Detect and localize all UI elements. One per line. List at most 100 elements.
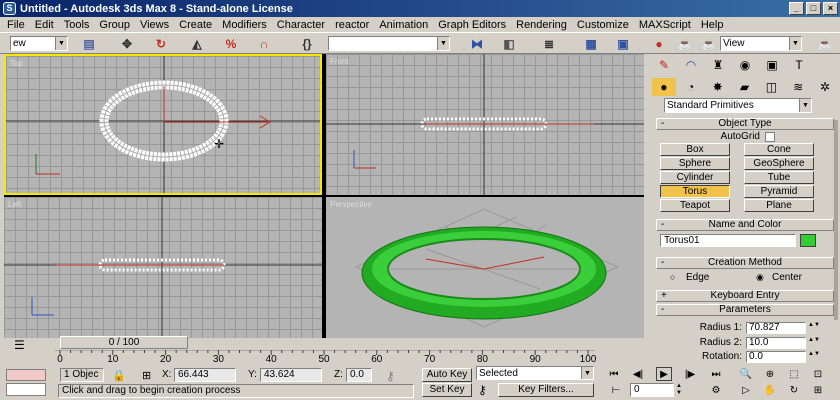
systems-icon[interactable]: ✲: [813, 78, 837, 96]
hierarchy-tab-icon[interactable]: ♜: [706, 56, 730, 74]
render-last-icon[interactable]: ☕: [816, 35, 834, 52]
menu-graph-editors[interactable]: Graph Editors: [433, 19, 511, 31]
object-type-rollout[interactable]: - Object Type: [656, 118, 834, 130]
spinner-snap-icon[interactable]: ∩: [255, 35, 273, 52]
next-frame-icon[interactable]: |▶: [682, 367, 698, 381]
teapot-button[interactable]: Teapot: [660, 199, 730, 212]
box-button[interactable]: Box: [660, 143, 730, 156]
cameras-icon[interactable]: ▰: [733, 78, 757, 96]
menu-views[interactable]: Views: [135, 19, 174, 31]
percent-snap-icon[interactable]: %: [222, 35, 240, 52]
z-coordinate-field[interactable]: 0.0: [346, 368, 372, 382]
menu-file[interactable]: File: [2, 19, 30, 31]
cone-button[interactable]: Cone: [744, 143, 814, 156]
cylinder-button[interactable]: Cylinder: [660, 171, 730, 184]
quick-render-icon[interactable]: ☕: [700, 35, 718, 52]
viewport-perspective[interactable]: Perspective: [326, 197, 644, 338]
menu-edit[interactable]: Edit: [30, 19, 59, 31]
helpers-icon[interactable]: ◫: [759, 78, 783, 96]
viewport-left[interactable]: Left: [4, 197, 322, 338]
utilities-tab-icon[interactable]: T: [787, 56, 811, 74]
zoom-extents-all-icon[interactable]: ⊡: [810, 367, 826, 381]
y-coordinate-field[interactable]: 43.624: [260, 368, 322, 382]
category-dropdown[interactable]: Standard Primitives ▼: [664, 98, 812, 113]
object-color-swatch[interactable]: [800, 234, 816, 247]
menu-tools[interactable]: Tools: [59, 19, 95, 31]
named-selection-dropdown[interactable]: ▼: [328, 36, 450, 51]
set-key-icon[interactable]: ⚷: [478, 383, 487, 397]
menu-customize[interactable]: Customize: [572, 19, 634, 31]
lock-selection-icon[interactable]: 🔒: [112, 369, 126, 382]
key-filters-button[interactable]: Key Filters...: [498, 383, 594, 397]
center-radio[interactable]: ◉: [756, 272, 764, 283]
render-view-dropdown[interactable]: View ▼: [720, 36, 802, 51]
material-editor-icon[interactable]: ●: [650, 35, 668, 52]
maximize-button[interactable]: □: [806, 2, 821, 15]
radius2-field[interactable]: 10.0: [746, 337, 806, 349]
menu-group[interactable]: Group: [94, 19, 135, 31]
radius1-field[interactable]: 70.827: [746, 322, 806, 334]
selection-filter-dropdown[interactable]: ew ▼: [10, 36, 68, 51]
menu-create[interactable]: Create: [174, 19, 217, 31]
viewport-top[interactable]: Top ✛: [4, 54, 322, 195]
radius2-spinner[interactable]: ▲▼: [808, 337, 820, 349]
object-name-field[interactable]: Torus01: [660, 234, 796, 247]
close-button[interactable]: ×: [823, 2, 838, 15]
geometry-icon[interactable]: ●: [652, 78, 676, 96]
maximize-viewport-icon[interactable]: ⊞: [810, 383, 826, 397]
shapes-icon[interactable]: ◔: [679, 78, 703, 96]
parameters-rollout[interactable]: - Parameters: [656, 304, 834, 316]
mirror-icon[interactable]: ⧓: [468, 35, 486, 52]
zoom-all-icon[interactable]: ⊕: [762, 367, 778, 381]
track-bar[interactable]: 0 10 20 30 40 50 60 70 80 90 100: [0, 350, 600, 366]
rotation-field[interactable]: 0.0: [746, 351, 806, 363]
time-configuration-icon[interactable]: ⚙: [708, 383, 724, 397]
viewport-front[interactable]: Front: [326, 54, 644, 195]
align-icon[interactable]: ◧: [500, 35, 518, 52]
display-tab-icon[interactable]: ▣: [760, 56, 784, 74]
current-frame-field[interactable]: 0: [630, 383, 674, 397]
menu-reactor[interactable]: reactor: [330, 19, 374, 31]
zoom-extents-icon[interactable]: ⬚: [786, 367, 802, 381]
motion-tab-icon[interactable]: ◉: [733, 56, 757, 74]
auto-key-button[interactable]: Auto Key: [422, 368, 472, 382]
autogrid-checkbox[interactable]: [765, 132, 775, 142]
select-by-name-icon[interactable]: ▤: [80, 35, 98, 52]
schematic-view-icon[interactable]: ▣: [614, 35, 632, 52]
key-mode-toggle-icon[interactable]: ⊢: [608, 383, 624, 397]
layer-manager-icon[interactable]: ≣: [540, 35, 558, 52]
play-icon[interactable]: ▶: [656, 367, 672, 381]
select-move-icon[interactable]: ✥: [118, 35, 136, 52]
lights-icon[interactable]: ✸: [706, 78, 730, 96]
previous-frame-icon[interactable]: ◀|: [630, 367, 646, 381]
render-scene-icon[interactable]: ☕: [676, 35, 694, 52]
pan-icon[interactable]: ✋: [762, 383, 778, 397]
x-coordinate-field[interactable]: 66.443: [174, 368, 236, 382]
maxscript-listener-pink[interactable]: [6, 369, 46, 381]
absolute-mode-icon[interactable]: ⊞: [142, 369, 151, 382]
edit-named-selection-icon[interactable]: {}: [298, 35, 316, 52]
select-rotate-icon[interactable]: ↻: [152, 35, 170, 52]
field-of-view-icon[interactable]: ▷: [738, 383, 754, 397]
frame-spinner[interactable]: ▲ ▼: [676, 383, 682, 397]
go-to-end-icon[interactable]: ⏭: [708, 367, 724, 381]
creation-method-rollout[interactable]: - Creation Method: [656, 257, 834, 269]
menu-help[interactable]: Help: [696, 19, 729, 31]
menu-animation[interactable]: Animation: [374, 19, 433, 31]
minimize-button[interactable]: _: [789, 2, 804, 15]
curve-editor-icon[interactable]: ▦: [582, 35, 600, 52]
space-warps-icon[interactable]: ≋: [786, 78, 810, 96]
go-to-start-icon[interactable]: ⏮: [606, 367, 622, 381]
plane-button[interactable]: Plane: [744, 199, 814, 212]
edge-radio[interactable]: ○: [670, 272, 675, 282]
command-panel-scrollbar[interactable]: [834, 120, 838, 320]
radius1-spinner[interactable]: ▲▼: [808, 322, 820, 334]
menu-rendering[interactable]: Rendering: [511, 19, 572, 31]
rotation-spinner[interactable]: ▲▼: [808, 351, 820, 363]
sphere-button[interactable]: Sphere: [660, 157, 730, 170]
keyboard-entry-rollout[interactable]: + Keyboard Entry: [656, 290, 834, 302]
torus-button[interactable]: Torus: [660, 185, 730, 198]
menu-maxscript[interactable]: MAXScript: [634, 19, 696, 31]
create-tab-icon[interactable]: ✎: [652, 56, 676, 74]
menu-modifiers[interactable]: Modifiers: [217, 19, 272, 31]
